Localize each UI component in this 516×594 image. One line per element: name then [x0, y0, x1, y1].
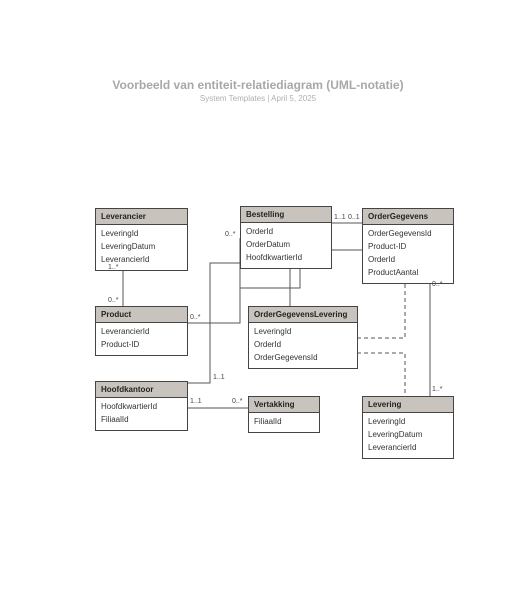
entity-attr: Product-ID [101, 338, 182, 351]
entity-header: Bestelling [241, 207, 331, 223]
entity-attr: OrderId [254, 338, 352, 351]
multiplicity-label: 0..* [225, 231, 236, 238]
entity-header: Vertakking [249, 397, 319, 413]
entity-ordergegevenslevering: OrderGegevensLevering LeveringId OrderId… [248, 306, 358, 369]
entity-attr: OrderDatum [246, 238, 326, 251]
entity-attr: OrderId [246, 225, 326, 238]
entity-attr: OrderGegevensId [254, 351, 352, 364]
entity-attr: LeveringId [254, 325, 352, 338]
entity-attr: LeveringId [101, 227, 182, 240]
entity-attr: FiliaalId [254, 415, 314, 428]
entity-leverancier: Leverancier LeveringId LeveringDatum Lev… [95, 208, 188, 271]
entity-vertakking: Vertakking FiliaalId [248, 396, 320, 433]
entity-product: Product LeverancierId Product-ID [95, 306, 188, 356]
entity-attr: HoofdkwartierId [246, 251, 326, 264]
entity-bestelling: Bestelling OrderId OrderDatum Hoofdkwart… [240, 206, 332, 269]
entity-attr: Product-ID [368, 240, 448, 253]
entity-attr: ProductAantal [368, 266, 448, 279]
multiplicity-label: 1..* [108, 264, 119, 271]
entity-header: Leverancier [96, 209, 187, 225]
entity-header: OrderGegevensLevering [249, 307, 357, 323]
multiplicity-label: 0..1 [348, 214, 360, 221]
multiplicity-label: 0..* [432, 281, 443, 288]
entity-ordergegevens: OrderGegevens OrderGegevensId Product-ID… [362, 208, 454, 284]
entity-attr: OrderId [368, 253, 448, 266]
entity-header: Levering [363, 397, 453, 413]
entity-header: Hoofdkantoor [96, 382, 187, 398]
entity-attr: HoofdkwartierId [101, 400, 182, 413]
diagram-canvas: Leverancier LeveringId LeveringDatum Lev… [0, 78, 516, 594]
multiplicity-label: 1..1 [334, 214, 346, 221]
multiplicity-label: 1..1 [190, 398, 202, 405]
multiplicity-label: 1..* [432, 386, 443, 393]
entity-attr: LeveringDatum [368, 428, 448, 441]
multiplicity-label: 0..* [232, 398, 243, 405]
entity-header: OrderGegevens [363, 209, 453, 225]
multiplicity-label: 0..* [108, 297, 119, 304]
entity-header: Product [96, 307, 187, 323]
entity-attr: LeverancierId [101, 325, 182, 338]
entity-hoofdkantoor: Hoofdkantoor HoofdkwartierId FiliaalId [95, 381, 188, 431]
entity-attr: OrderGegevensId [368, 227, 448, 240]
multiplicity-label: 1..1 [213, 374, 225, 381]
entity-attr: LeveringId [368, 415, 448, 428]
entity-attr: LeveringDatum [101, 240, 182, 253]
multiplicity-label: 0..* [190, 314, 201, 321]
entity-levering: Levering LeveringId LeveringDatum Levera… [362, 396, 454, 459]
entity-attr: FiliaalId [101, 413, 182, 426]
entity-attr: LeverancierId [368, 441, 448, 454]
